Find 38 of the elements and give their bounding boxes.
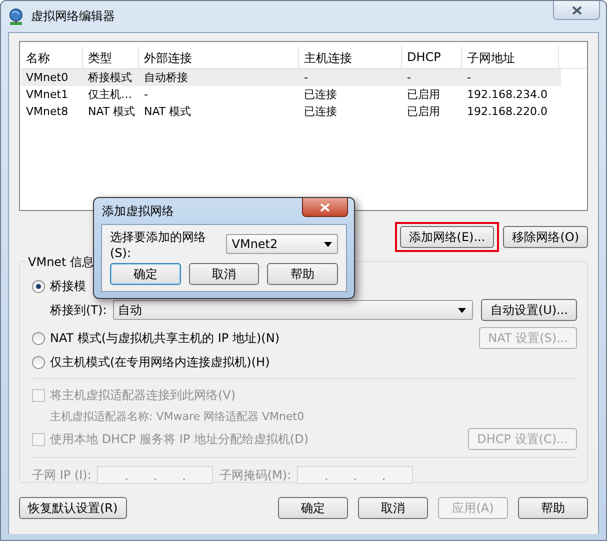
close-button[interactable] [302,198,348,217]
field-label: 子网 IP (I): [32,466,92,484]
network-button[interactable]: 移除网络(O) [503,226,588,248]
caret-icon [458,308,466,312]
footer-button[interactable]: 恢复默认设置(R) [19,497,127,519]
radio-option[interactable]: NAT 模式(与虚拟机共享主机的 IP 地址)(N) [32,330,280,346]
table-row[interactable]: VMnet0 桥接模式 自动桥接 - - - [21,69,561,86]
table-row[interactable]: VMnet8 NAT 模式 NAT 模式 已连接 已启用 192.168.220.0 [21,103,561,120]
footer-button[interactable]: 取消 [358,497,428,519]
footer-button[interactable]: 确定 [278,497,348,519]
field-label: 子网掩码(M): [219,466,292,484]
dialog-title: 添加虚拟网络 [102,202,175,220]
network-dropdown[interactable]: VMnet2 [226,234,338,254]
globe-icon [7,8,25,26]
window-title: 虚拟网络编辑器 [31,8,116,25]
adapter-name: 主机虚拟适配器名称: VMware 网络适配器 VMnet0 [50,408,304,424]
auto-settings-button[interactable]: 自动设置(U)... [481,299,577,321]
dialog-button[interactable]: 确定 [110,263,181,285]
bridge-label: 桥接到(T): [50,302,107,318]
network-button[interactable]: 添加网络(E)... [400,226,494,248]
radio-option[interactable]: 仅主机模式(在专用网络内连接虚拟机)(H) [32,354,270,370]
column-header[interactable]: 主机连接 [299,46,402,68]
column-header[interactable]: 外部连接 [139,46,299,68]
caret-icon [324,242,332,246]
dialog-button[interactable]: 取消 [188,263,260,285]
close-icon [572,6,582,14]
column-header[interactable]: DHCP [402,46,462,68]
dialog-button[interactable]: 帮助 [267,263,338,285]
bridge-dropdown[interactable]: 自动 [112,300,474,320]
column-header[interactable]: 子网地址 [462,46,559,68]
network-label: 选择要添加的网络(S): [110,228,207,260]
radio-option[interactable]: 桥接模 [32,278,86,294]
close-icon [320,202,330,212]
footer-button[interactable]: 帮助 [518,497,588,519]
close-button[interactable] [553,1,600,20]
table-row[interactable]: VMnet1 仅主机… - 已连接 已启用 192.168.234.0 [21,86,561,103]
column-header[interactable]: 名称 [21,46,83,68]
column-header[interactable]: 类型 [83,46,139,68]
